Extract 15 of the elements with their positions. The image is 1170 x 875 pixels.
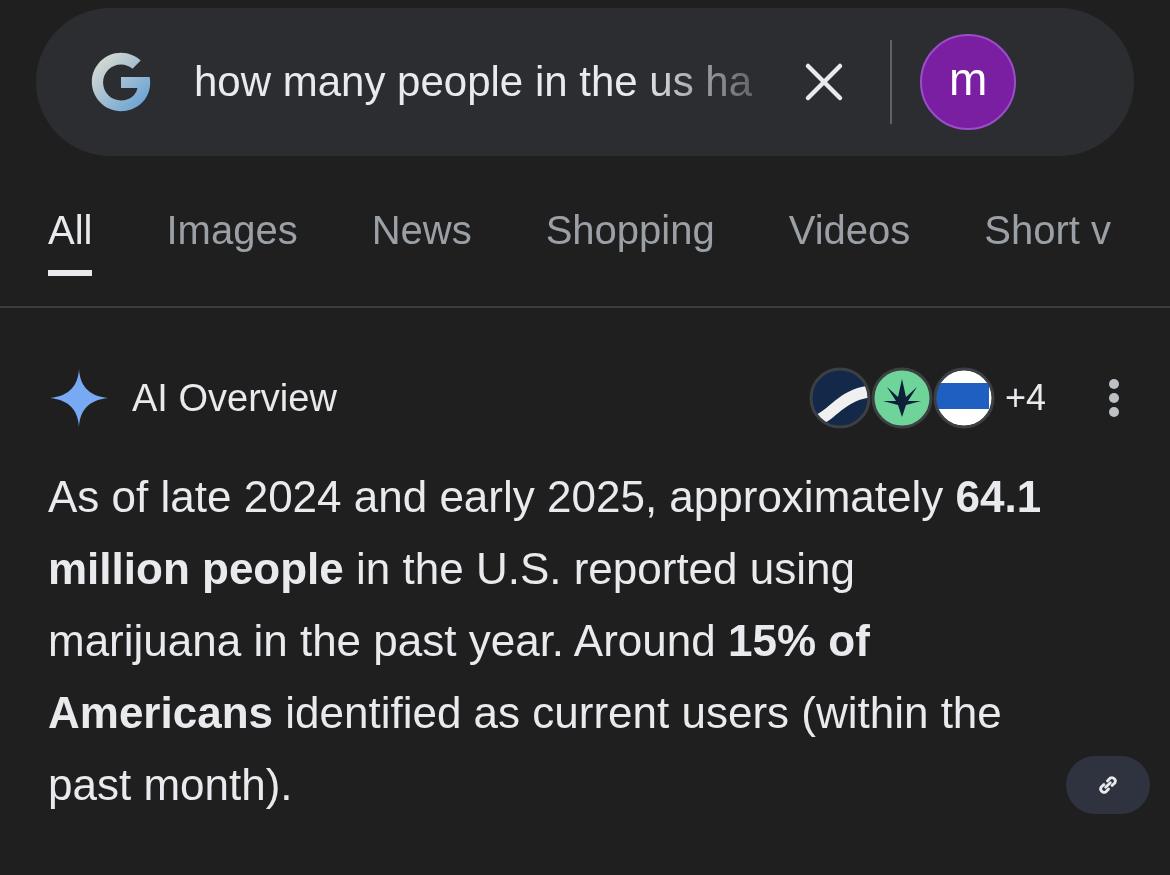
more-options-icon[interactable] xyxy=(1106,378,1122,418)
search-tab[interactable]: News xyxy=(371,156,472,276)
search-tab[interactable]: Shopping xyxy=(545,156,715,276)
source-icon[interactable] xyxy=(932,367,995,429)
overview-text: As of late 2024 and early 2025, approximately 64.1 million people in the U.S. reported using marijuana in the past year. Around 15% of Americans identified as current users (within the past month). xyxy=(48,471,1043,811)
search-tab[interactable]: Videos xyxy=(788,156,911,276)
search-tab[interactable]: Images xyxy=(166,156,298,276)
account-avatar[interactable]: m xyxy=(920,34,1017,130)
source-icon[interactable] xyxy=(808,367,871,429)
search-tab[interactable]: Short v xyxy=(984,156,1111,276)
leaf-icon[interactable] xyxy=(870,367,933,429)
search-tab[interactable]: All xyxy=(48,156,93,276)
search-query[interactable]: how many people in the us ha xyxy=(194,58,753,106)
section-title: AI Overview xyxy=(132,376,337,420)
source-count[interactable]: +4 xyxy=(1004,377,1046,419)
